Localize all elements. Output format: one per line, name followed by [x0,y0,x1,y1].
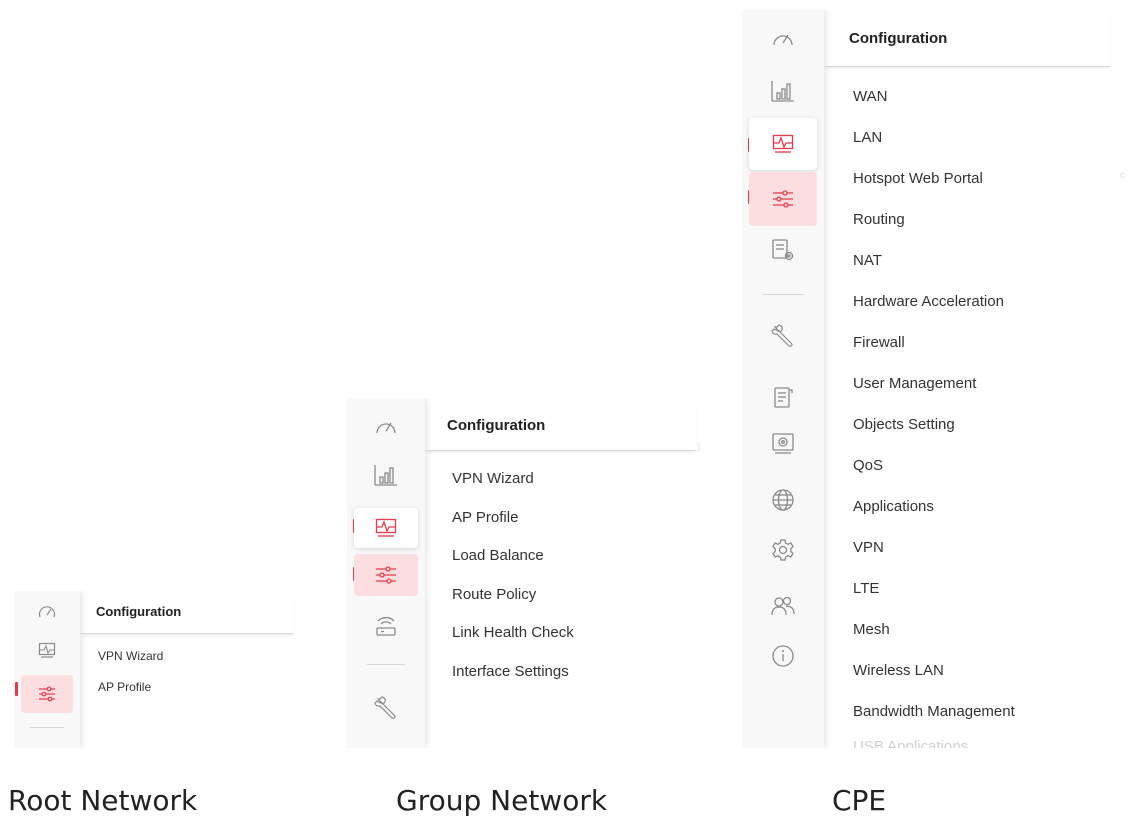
menu-header: Configuration [824,10,1110,67]
menu-item-applications[interactable]: Applications [853,498,934,515]
router-icon[interactable] [364,610,408,642]
users-icon[interactable] [761,590,805,622]
statistics-icon[interactable] [364,460,408,490]
menu-item-bandwidth-management[interactable]: Bandwidth Management [853,703,1015,720]
rail-divider [762,294,804,295]
diagnostics-icon[interactable] [761,428,805,460]
menu-item-qos[interactable]: QoS [853,457,883,474]
menu-item-ap-profile[interactable]: AP Profile [452,509,518,526]
dashboard-icon[interactable] [364,412,408,442]
selected-marker [15,682,18,696]
menu-header: Configuration [80,591,294,634]
menu-item-lan[interactable]: LAN [853,129,882,146]
group-network-panel: k Configuration ) VPN Wizard AP Profile … [347,398,710,748]
configuration-icon[interactable] [354,554,418,596]
menu-item-ap-profile[interactable]: AP Profile [98,680,151,694]
root-icon-rail [14,591,80,748]
menu-item-mesh[interactable]: Mesh [853,621,890,638]
menu-item-route-policy[interactable]: Route Policy [452,586,536,603]
group-icon-rail [347,398,425,748]
menu-item-nat[interactable]: NAT [853,252,882,269]
configuration-icon[interactable] [21,675,73,713]
monitoring-icon[interactable] [749,118,817,170]
caption-cpe: CPE [832,784,887,817]
menu-header: Configuration [425,398,696,451]
wrench-icon[interactable] [364,692,408,724]
gear-icon[interactable] [761,534,805,566]
log-icon[interactable] [761,382,805,414]
caption-group-network: Group Network [396,784,608,817]
background-fragment: ) [697,442,701,453]
statistics-icon[interactable] [761,76,805,106]
cpe-icon-rail [742,10,824,748]
menu-item-link-health-check[interactable]: Link Health Check [452,624,574,641]
info-icon[interactable] [761,640,805,672]
monitoring-icon[interactable] [354,508,418,548]
configuration-icon[interactable] [749,172,817,226]
menu-item-vpn-wizard[interactable]: VPN Wizard [98,649,163,663]
cpe-panel: Configuration c WAN LAN Hotspot Web Port… [742,10,1128,748]
menu-item-load-balance[interactable]: Load Balance [452,547,544,564]
globe-icon[interactable] [761,484,805,516]
rail-divider [30,727,64,728]
menu-item-hotspot-web-portal[interactable]: Hotspot Web Portal [853,170,983,187]
rail-divider [367,664,405,665]
menu-item-hardware-acceleration[interactable]: Hardware Acceleration [853,293,1004,310]
menu-item-routing[interactable]: Routing [853,211,905,228]
dashboard-icon[interactable] [27,599,67,625]
menu-item-wan[interactable]: WAN [853,88,887,105]
report-icon[interactable] [761,234,805,266]
menu-item-objects-setting[interactable]: Objects Setting [853,416,955,433]
menu-item-vpn[interactable]: VPN [853,539,884,556]
root-network-panel: Configuration VPN Wizard AP Profile [14,591,306,748]
wrench-icon[interactable] [761,320,805,352]
menu-item-lte[interactable]: LTE [853,580,879,597]
menu-item-wireless-lan[interactable]: Wireless LAN [853,662,944,679]
menu-item-usb-applications[interactable]: USB Applications [853,738,968,748]
menu-item-user-management[interactable]: User Management [853,375,976,392]
menu-item-firewall[interactable]: Firewall [853,334,905,351]
caption-root-network: Root Network [8,784,198,817]
menu-item-interface-settings[interactable]: Interface Settings [452,663,569,680]
menu-item-vpn-wizard[interactable]: VPN Wizard [452,470,534,487]
dashboard-icon[interactable] [761,24,805,54]
background-fragment: c [1120,170,1125,181]
monitoring-icon[interactable] [27,637,67,663]
